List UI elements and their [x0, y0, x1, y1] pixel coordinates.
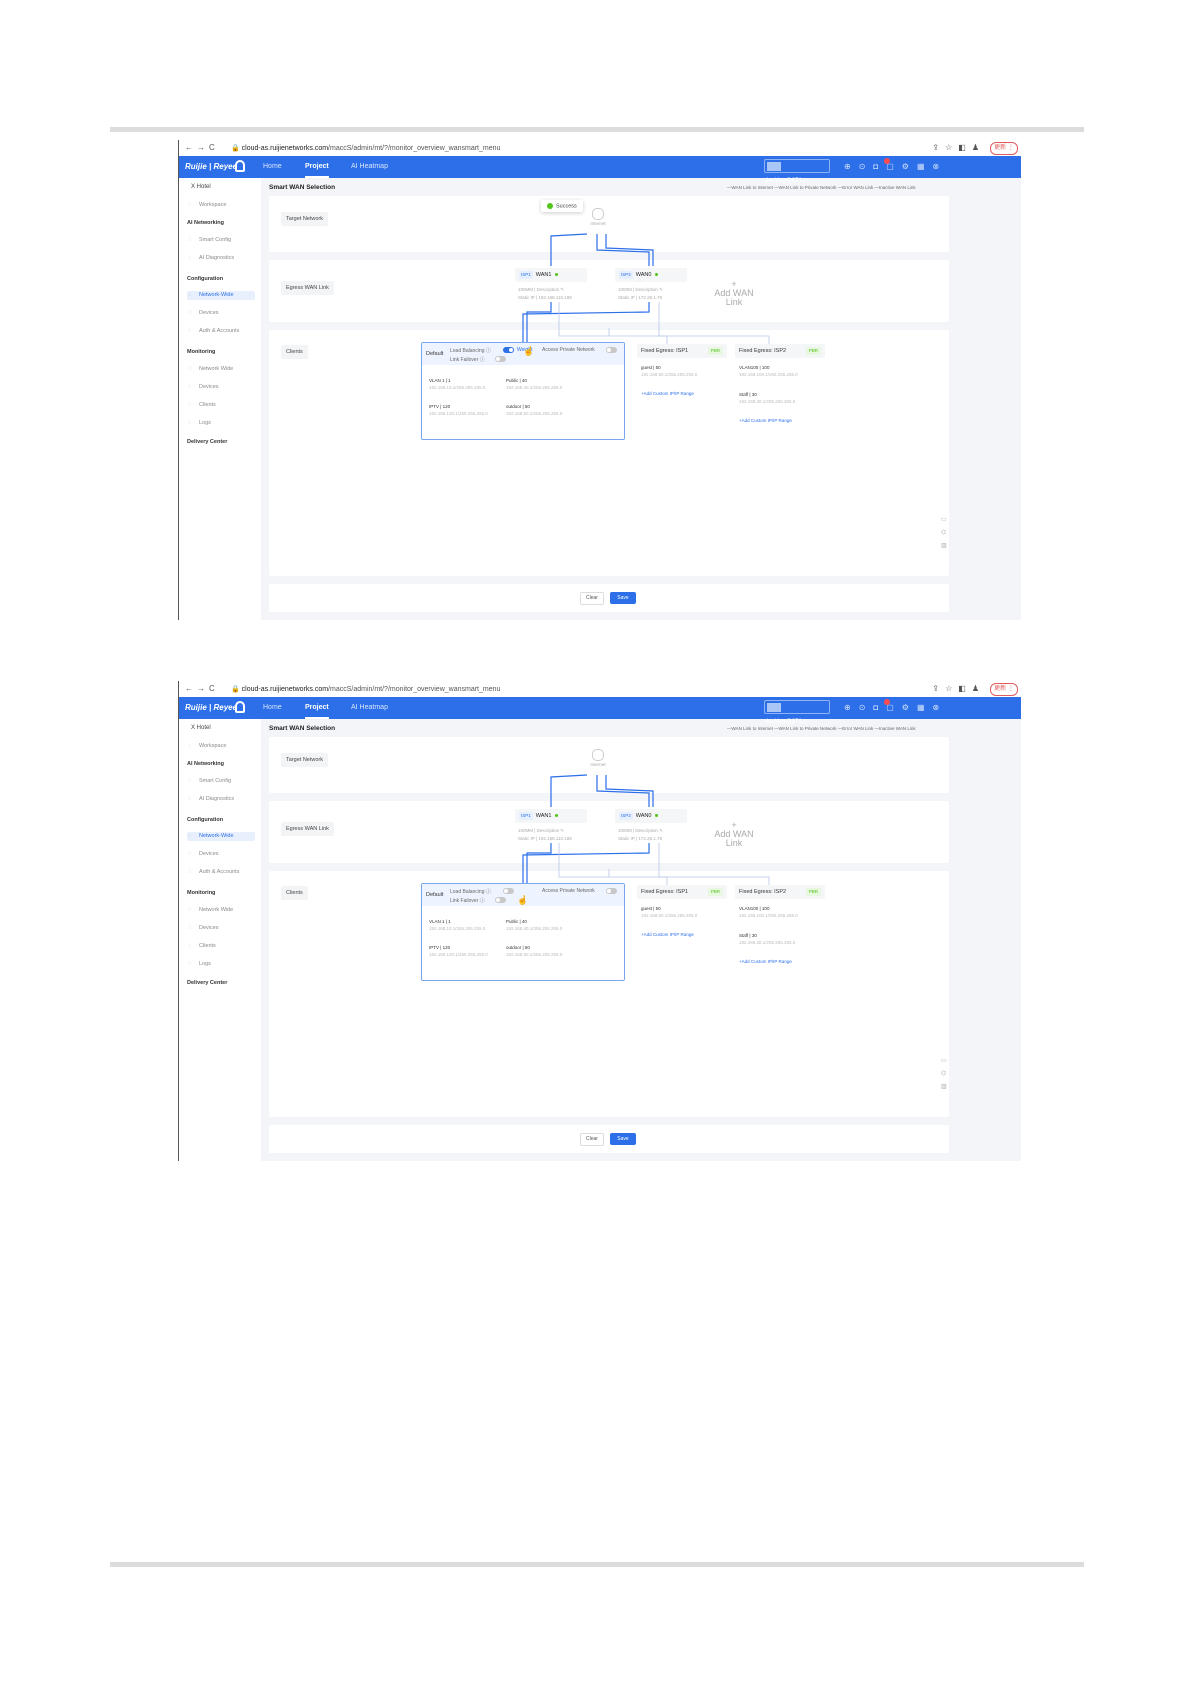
fixed-egress-isp2: Fixed Egress: ISP2 PBR VLAN100 | 100 192.16… [735, 344, 825, 423]
access-private-network-toggle[interactable] [606, 347, 617, 353]
action-footer: Clear Save [269, 584, 949, 612]
clear-button[interactable]: Clear [580, 1133, 604, 1146]
egress-entry[interactable]: Staff | 30 192.168.30.1/255.255.255.0 [739, 391, 795, 405]
wan-link-wan1[interactable]: ISP1 WAN1 [515, 268, 587, 282]
fixed-egress-isp2: Fixed Egress: ISP2 PBR VLAN100 | 100 192.16… [735, 885, 825, 964]
load-balancing-toggle[interactable] [503, 347, 514, 353]
save-button[interactable]: Save [610, 592, 636, 604]
egress-entry[interactable]: Staff | 30 192.168.30.1/255.255.255.0 [739, 932, 795, 946]
vlan-entry[interactable]: IPTV | 120 192.168.120.1/255.255.255.0 [429, 403, 488, 417]
pbr-badge: PBR [805, 347, 821, 355]
wan-details: 1000M | Description ✎ Static IP | 172.26.… [618, 828, 663, 841]
wan-details: 100MM | Description ✎ Static IP | 192.168… [518, 828, 572, 841]
top-rule [110, 127, 1084, 132]
floating-tool-icons[interactable]: ▭ ⌬ ▥ [941, 514, 947, 553]
save-button[interactable]: Save [610, 1133, 636, 1145]
egress-entry[interactable]: VLAN100 | 100 192.168.100.1/255.255.255.0 [739, 364, 798, 378]
fixed-egress-header[interactable]: Fixed Egress: ISP2 PBR [735, 344, 825, 358]
wan-details: 100MM | Description ✎ Static IP | 192.168… [518, 287, 572, 300]
egress-entry[interactable]: VLAN100 | 100 192.168.100.1/255.255.255.0 [739, 905, 798, 919]
fixed-egress-isp1: Fixed Egress: ISP1 PBR guest | 50 192.168.5… [637, 885, 727, 937]
add-custom-ip-link[interactable]: +Add Custom IP/IP Range [739, 959, 792, 964]
vlan-entry[interactable]: outdoor | 50 192.168.50.1/255.255.255.0 [506, 403, 562, 417]
isp-tag: ISP1 [519, 812, 533, 820]
add-wan-link-button[interactable]: + Add WAN Link [714, 280, 754, 307]
wan-link-wan1[interactable]: ISP1 WAN1 [515, 809, 587, 823]
isp-tag: ISP2 [619, 812, 633, 820]
egress-entry[interactable]: guest | 50 192.168.50.1/255.255.255.0 [641, 364, 697, 378]
floating-tool-icons[interactable]: ▭ ⌬ ▥ [941, 1055, 947, 1094]
status-dot [655, 814, 659, 818]
access-private-network-label: Access Private Network [542, 347, 595, 353]
fixed-egress-isp1: Fixed Egress: ISP1 PBR guest | 50 192.168.5… [637, 344, 727, 396]
isp-tag: ISP1 [519, 271, 533, 279]
policy-name: Default [426, 892, 444, 898]
link-failover-label: Link Failover ⓘ [450, 898, 485, 904]
load-balancing-label: Load Balancing ⓘ [450, 889, 491, 895]
fixed-egress-header[interactable]: Fixed Egress: ISP1 PBR [637, 885, 727, 899]
link-failover-label: Link Failover ⓘ [450, 357, 485, 363]
status-dot [655, 273, 659, 277]
vlan-entry[interactable]: Public | 40 192.168.40.1/255.255.255.0 [506, 918, 562, 932]
load-balancing-label: Load Balancing ⓘ [450, 348, 491, 354]
add-custom-ip-link[interactable]: +Add Custom IP/IP Range [739, 418, 792, 423]
status-dot [555, 814, 559, 818]
mouse-cursor-icon: ☝ [523, 346, 535, 356]
egress-entry[interactable]: guest | 50 192.168.50.1/255.255.255.0 [641, 905, 697, 919]
screenshot-2: ←→C 🔒 cloud-as.ruijienetworks.com/maccS/a… [178, 681, 1021, 1161]
link-failover-toggle[interactable] [495, 356, 506, 362]
pbr-badge: PBR [707, 347, 723, 355]
action-footer: Clear Save [269, 1125, 949, 1153]
add-custom-ip-link[interactable]: +Add Custom IP/IP Range [641, 391, 694, 396]
vlan-entry[interactable]: Public | 40 192.168.40.1/255.255.255.0 [506, 377, 562, 391]
fixed-egress-header[interactable]: Fixed Egress: ISP2 PBR [735, 885, 825, 899]
status-dot [555, 273, 559, 277]
policy-name: Default [426, 351, 444, 357]
add-custom-ip-link[interactable]: +Add Custom IP/IP Range [641, 932, 694, 937]
vlan-entry[interactable]: VLAN 1 | 1 192.168.10.1/255.255.255.0 [429, 377, 485, 391]
wan-link-wan0[interactable]: ISP2 WAN0 [615, 268, 687, 282]
pbr-badge: PBR [707, 888, 723, 896]
wan-details: 1000M | Description ✎ Static IP | 172.26.… [618, 287, 663, 300]
wan-link-wan0[interactable]: ISP2 WAN0 [615, 809, 687, 823]
link-failover-toggle[interactable] [495, 897, 506, 903]
vlan-entry[interactable]: outdoor | 50 192.168.50.1/255.255.255.0 [506, 944, 562, 958]
access-private-network-toggle[interactable] [606, 888, 617, 894]
screenshot-1: ←→C 🔒 cloud-as.ruijienetworks.com/maccS/a… [178, 140, 1021, 620]
clear-button[interactable]: Clear [580, 592, 604, 605]
vlan-entry[interactable]: VLAN 1 | 1 192.168.10.1/255.255.255.0 [429, 918, 485, 932]
isp-tag: ISP2 [619, 271, 633, 279]
bottom-rule [110, 1562, 1084, 1567]
add-wan-link-button[interactable]: + Add WAN Link [714, 821, 754, 848]
access-private-network-label: Access Private Network [542, 888, 595, 894]
vlan-entry[interactable]: IPTV | 120 192.168.120.1/255.255.255.0 [429, 944, 488, 958]
mouse-cursor-icon: ☝ [517, 895, 529, 905]
pbr-badge: PBR [805, 888, 821, 896]
load-balancing-toggle[interactable] [503, 888, 514, 894]
fixed-egress-header[interactable]: Fixed Egress: ISP1 PBR [637, 344, 727, 358]
